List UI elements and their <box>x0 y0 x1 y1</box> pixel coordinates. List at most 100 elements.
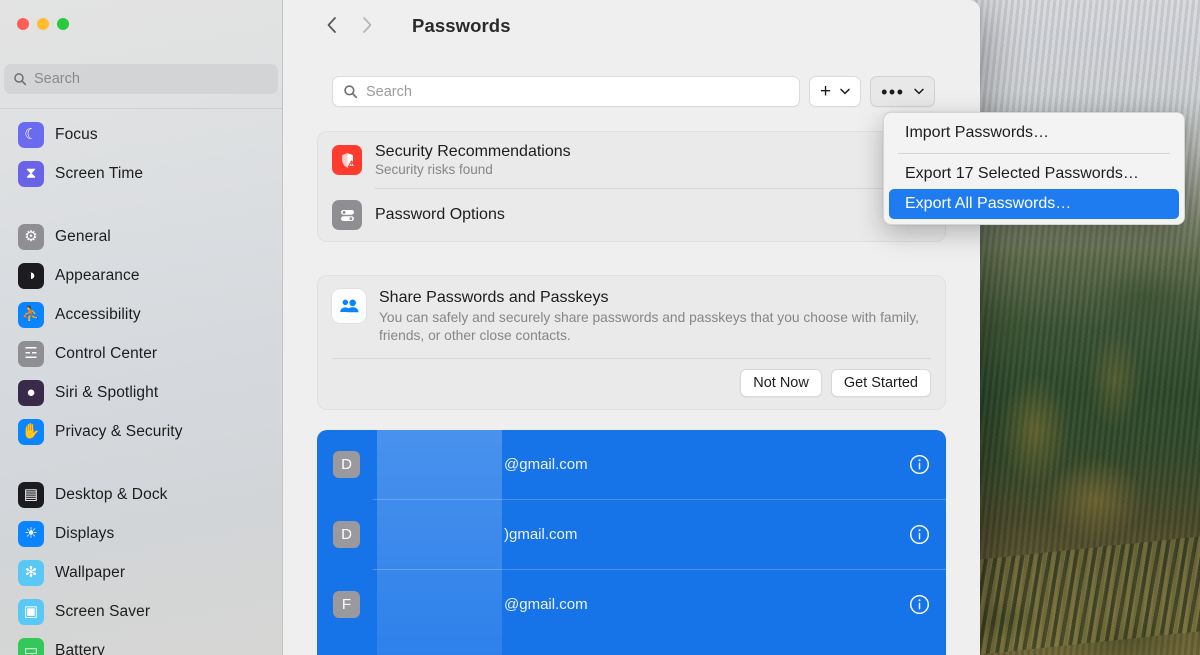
password-options-row[interactable]: Password Options › <box>318 189 945 241</box>
sidebar-item-screen-saver[interactable]: ▣ Screen Saver <box>6 592 277 631</box>
page-title: Passwords <box>412 15 511 36</box>
share-card-actions: Not Now Get Started <box>318 359 945 409</box>
sidebar-item-privacy-security[interactable]: ✋ Privacy & Security <box>6 412 277 451</box>
minimize-button[interactable] <box>37 18 49 30</box>
brightness-icon: ☀ <box>18 520 44 547</box>
settings-card-top: Security Recommendations Security risks … <box>317 131 946 242</box>
password-account: @gmail.com <box>504 596 588 613</box>
share-card-body: Share Passwords and Passkeys You can saf… <box>318 276 945 356</box>
share-card-description: You can safely and securely share passwo… <box>379 310 919 344</box>
password-list-item[interactable]: D )gmail.com <box>317 500 946 569</box>
password-list: D @gmail.com D )gmail.com F @gmail.com <box>317 430 946 655</box>
add-password-button[interactable]: + <box>809 76 862 107</box>
sidebar-item-label: Displays <box>55 524 115 542</box>
password-list-item[interactable]: F @gmail.com <box>317 570 946 639</box>
screen: Search ☾ Focus ⧗ Screen Time ⚙ General ◑ Appear… <box>0 0 1200 655</box>
sidebar-group: ☾ Focus ⧗ Screen Time <box>0 113 283 195</box>
avatar: D <box>333 521 360 548</box>
forward-button[interactable] <box>352 10 382 40</box>
hand-icon: ✋ <box>18 418 44 445</box>
zoom-button[interactable] <box>57 18 69 30</box>
sidebar-item-control-center[interactable]: ☲ Control Center <box>6 334 277 373</box>
close-button[interactable] <box>17 18 29 30</box>
chevron-down-icon <box>913 88 924 95</box>
chevron-down-icon <box>840 88 850 95</box>
control-center-icon: ☲ <box>18 340 44 367</box>
sidebar-item-accessibility[interactable]: ⛹ Accessibility <box>6 295 277 334</box>
menu-item-export-all-passwords[interactable]: Export All Passwords… <box>889 189 1179 219</box>
search-placeholder: Search <box>366 83 412 100</box>
search-row: Search + ••• <box>332 76 947 107</box>
sidebar-item-label: Privacy & Security <box>55 422 183 440</box>
battery-icon: ▭ <box>18 637 44 655</box>
password-account: )gmail.com <box>504 526 578 543</box>
avatar: D <box>333 451 360 478</box>
sidebar-item-desktop-dock[interactable]: ▤ Desktop & Dock <box>6 475 277 514</box>
chevron-left-icon <box>327 17 336 33</box>
security-recommendations-row[interactable]: Security Recommendations Security risks … <box>318 132 945 188</box>
sidebar-item-label: Siri & Spotlight <box>55 383 159 401</box>
shield-warning-icon <box>332 145 362 175</box>
password-account: @gmail.com <box>504 456 588 473</box>
wallpaper-icon: ✻ <box>18 559 44 586</box>
not-now-button[interactable]: Not Now <box>740 368 822 397</box>
sidebar-item-label: Screen Time <box>55 164 144 182</box>
accessibility-icon: ⛹ <box>18 301 44 328</box>
sidebar-item-battery[interactable]: ▭ Battery <box>6 631 277 655</box>
nav-buttons <box>317 10 382 40</box>
sidebar-search-field[interactable]: Search <box>4 64 278 94</box>
sidebar-item-label: Focus <box>55 125 98 143</box>
search-input[interactable]: Search <box>332 76 800 107</box>
menu-item-export-selected-passwords[interactable]: Export 17 Selected Passwords… <box>889 159 1179 189</box>
password-list-item[interactable]: D @gmail.com <box>317 430 946 499</box>
sidebar-item-general[interactable]: ⚙ General <box>6 217 277 256</box>
menu-item-import-passwords[interactable]: Import Passwords… <box>889 118 1179 148</box>
sidebar-search-placeholder: Search <box>34 71 80 87</box>
info-icon[interactable] <box>909 454 930 475</box>
siri-icon: ● <box>18 379 44 406</box>
sidebar-group: ⚙ General ◑ Appearance ⛹ Accessibility ☲ Contro… <box>0 215 283 453</box>
search-icon <box>344 85 358 99</box>
hourglass-icon: ⧗ <box>18 160 44 187</box>
desktop-dock-icon: ▤ <box>18 481 44 508</box>
traffic-lights <box>17 18 69 30</box>
system-settings-window: Search ☾ Focus ⧗ Screen Time ⚙ General ◑ Appear… <box>0 0 980 655</box>
sidebar-item-wallpaper[interactable]: ✻ Wallpaper <box>6 553 277 592</box>
sidebar-item-label: Screen Saver <box>55 602 151 620</box>
sidebar-item-focus[interactable]: ☾ Focus <box>6 115 277 154</box>
two-people-icon <box>332 289 366 323</box>
sidebar-item-label: General <box>55 227 111 245</box>
sidebar-group: ▤ Desktop & Dock ☀ Displays ✻ Wallpaper ▣ Scree… <box>0 473 283 655</box>
plus-icon: + <box>820 81 832 102</box>
sidebar-divider <box>0 108 283 109</box>
back-button[interactable] <box>317 10 347 40</box>
sliders-icon <box>332 200 362 230</box>
sidebar-item-label: Accessibility <box>55 305 141 323</box>
get-started-button[interactable]: Get Started <box>830 368 931 397</box>
security-recommendations-title: Security Recommendations <box>375 143 571 160</box>
search-icon <box>14 73 27 86</box>
sidebar-item-screen-time[interactable]: ⧗ Screen Time <box>6 154 277 193</box>
sidebar-item-label: Desktop & Dock <box>55 485 168 503</box>
share-card-title: Share Passwords and Passkeys <box>379 289 609 306</box>
avatar: F <box>333 591 360 618</box>
sidebar-item-label: Control Center <box>55 344 158 362</box>
sidebar-list: ☾ Focus ⧗ Screen Time ⚙ General ◑ Appearance ⛹ Ac… <box>0 113 283 655</box>
sidebar: Search ☾ Focus ⧗ Screen Time ⚙ General ◑ Appear… <box>0 0 283 655</box>
more-options-button[interactable]: ••• <box>870 76 935 107</box>
info-icon[interactable] <box>909 524 930 545</box>
sidebar-item-label: Battery <box>55 641 105 655</box>
info-icon[interactable] <box>909 594 930 615</box>
share-passwords-card: Share Passwords and Passkeys You can saf… <box>317 275 946 410</box>
appearance-icon: ◑ <box>18 262 44 289</box>
gear-icon: ⚙ <box>18 223 44 250</box>
sidebar-item-label: Appearance <box>55 266 140 284</box>
sidebar-item-siri-spotlight[interactable]: ● Siri & Spotlight <box>6 373 277 412</box>
sidebar-item-displays[interactable]: ☀ Displays <box>6 514 277 553</box>
chevron-right-icon <box>363 17 372 33</box>
sidebar-item-appearance[interactable]: ◑ Appearance <box>6 256 277 295</box>
menu-separator <box>898 153 1170 154</box>
screen-saver-icon: ▣ <box>18 598 44 625</box>
